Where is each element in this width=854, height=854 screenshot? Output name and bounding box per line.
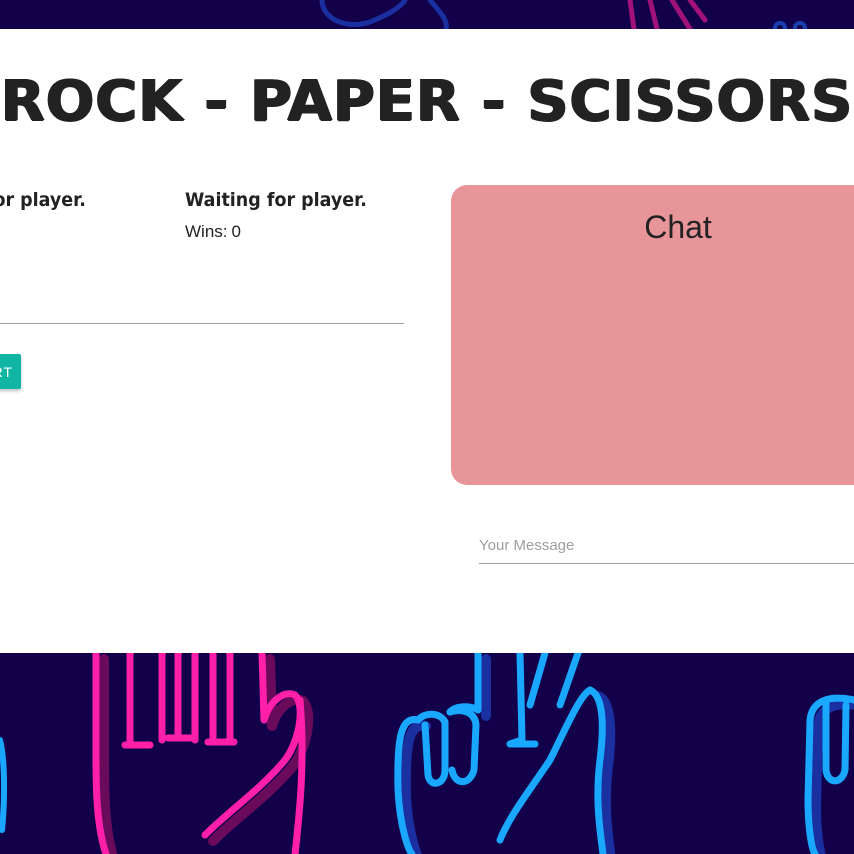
blue-hand-icon: [394, 649, 616, 854]
player-1-status: Waiting for player.: [0, 189, 86, 211]
name-input[interactable]: [0, 287, 404, 324]
message-input[interactable]: [479, 527, 854, 564]
player-2-status: Waiting for player.: [185, 189, 367, 211]
blue-hand-fragment-icon: [804, 694, 854, 854]
pink-hand-icon: [92, 649, 314, 854]
wins-label: Wins:: [185, 222, 228, 241]
wins-count: 0: [231, 222, 241, 241]
start-button[interactable]: START: [0, 354, 21, 389]
page-title: ROCK - PAPER - SCISSORS: [0, 69, 854, 134]
chat-title: Chat: [644, 209, 712, 245]
game-card: ROCK - PAPER - SCISSORS Waiting for play…: [0, 29, 854, 653]
chat-panel: Chat: [451, 185, 854, 485]
player-2-wins: Wins: 0: [185, 222, 241, 242]
